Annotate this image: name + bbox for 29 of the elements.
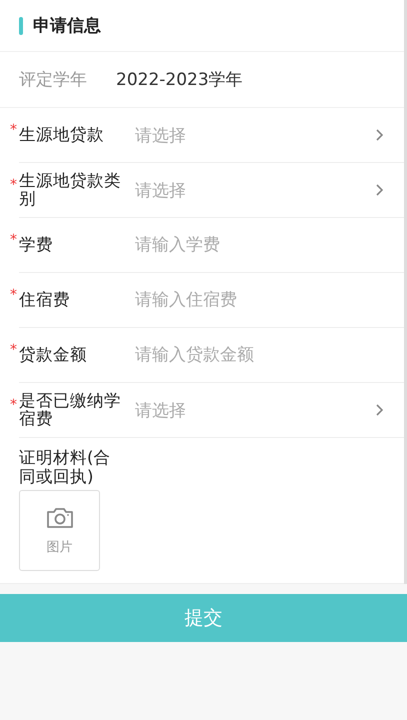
select-field[interactable]: 请选择 (135, 163, 404, 217)
input-field[interactable]: 请输入学费 (135, 235, 384, 255)
required-mark: * (10, 397, 17, 413)
chevron-right-icon (375, 403, 384, 417)
required-mark: * (10, 177, 17, 193)
camera-icon (44, 506, 74, 530)
title-accent-bar (19, 16, 23, 34)
required-mark: * (10, 287, 17, 303)
field-value: 2022-2023学年 (116, 69, 243, 91)
input-field[interactable]: 请输入住宿费 (135, 290, 384, 310)
field-label: 住宿费 (19, 291, 71, 309)
field-label: 贷款金额 (19, 346, 88, 364)
field-label: 评定学年 (19, 69, 88, 91)
field-label: 证明材料(合同或回执) (19, 448, 112, 486)
required-mark: * (10, 232, 17, 248)
field-label: 生源地贷款 (19, 126, 105, 144)
section-title: 申请信息 (33, 15, 101, 37)
required-mark: * (10, 342, 17, 358)
field-label: 学费 (19, 236, 54, 254)
select-field[interactable]: 请选择 (135, 383, 404, 437)
chevron-right-icon (375, 128, 384, 142)
field-label: 生源地贷款类别 (19, 172, 122, 208)
image-upload-button[interactable]: 图片 (19, 490, 100, 571)
required-mark: * (10, 122, 17, 138)
input-field[interactable]: 请输入贷款金额 (135, 345, 384, 365)
select-field[interactable]: 请选择 (135, 108, 404, 162)
field-label: 是否已缴纳学宿费 (19, 392, 122, 428)
chevron-right-icon (375, 183, 384, 197)
submit-button[interactable]: 提交 (0, 594, 407, 642)
